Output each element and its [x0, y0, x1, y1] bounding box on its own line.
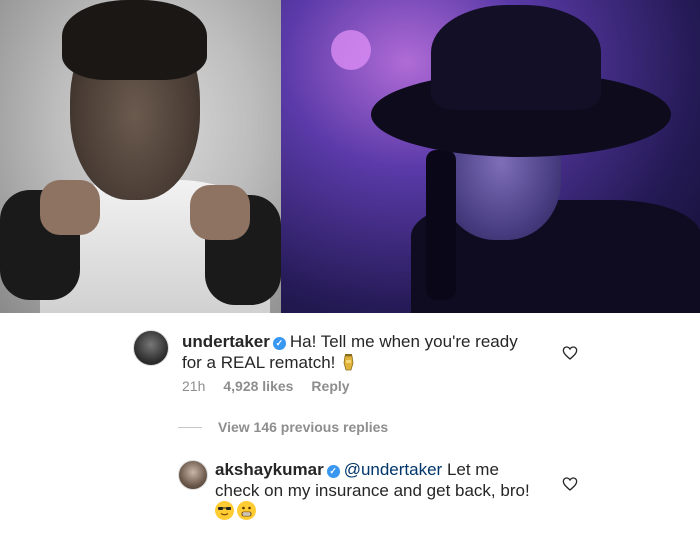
photo-shape [40, 180, 100, 235]
photo-shape [431, 5, 601, 110]
photo-shape [331, 30, 371, 70]
divider [178, 426, 202, 428]
avatar[interactable] [133, 330, 169, 366]
sunglasses-face-icon [215, 501, 234, 520]
comment-meta: 21h 4,928 likes Reply [182, 378, 350, 394]
post-image-collage [0, 0, 700, 313]
photo-shape [62, 0, 207, 80]
comment-time: 21h [182, 378, 206, 394]
username[interactable]: undertaker [182, 332, 270, 351]
view-replies-label: View 146 previous replies [218, 419, 389, 435]
verified-badge-icon: ✓ [326, 465, 340, 478]
comment-undertaker: undertaker ✓ Ha! Tell me when you're ready… [0, 313, 700, 423]
avatar[interactable] [178, 460, 208, 490]
comment-line1: Let me [446, 460, 499, 479]
comment-text: undertaker ✓ Ha! Tell me when you're ready… [182, 331, 518, 373]
mention-link[interactable]: @undertaker [344, 460, 443, 479]
verified-badge-icon: ✓ [272, 337, 286, 350]
comment-text: akshaykumar ✓ @undertaker Let me check on … [215, 459, 530, 522]
view-previous-replies[interactable]: View 146 previous replies [178, 419, 388, 435]
heart-icon[interactable] [562, 345, 578, 361]
photo-shape [190, 185, 250, 240]
photo-undertaker [281, 0, 700, 313]
reply-button[interactable]: Reply [311, 378, 349, 394]
urn-icon [343, 353, 354, 371]
photo-akshay-kumar [0, 0, 281, 313]
comment-line1: Ha! Tell me when you're ready [289, 332, 518, 351]
heart-icon[interactable] [562, 476, 578, 492]
comment-line2: check on my insurance and get back, bro! [215, 481, 530, 500]
comment-akshaykumar: akshaykumar ✓ @undertaker Let me check on … [0, 450, 700, 534]
photo-shape [426, 150, 456, 300]
grimacing-face-icon [237, 501, 256, 520]
comment-line2: for a REAL rematch! [182, 353, 336, 372]
like-count[interactable]: 4,928 likes [223, 378, 293, 394]
username[interactable]: akshaykumar [215, 460, 324, 479]
